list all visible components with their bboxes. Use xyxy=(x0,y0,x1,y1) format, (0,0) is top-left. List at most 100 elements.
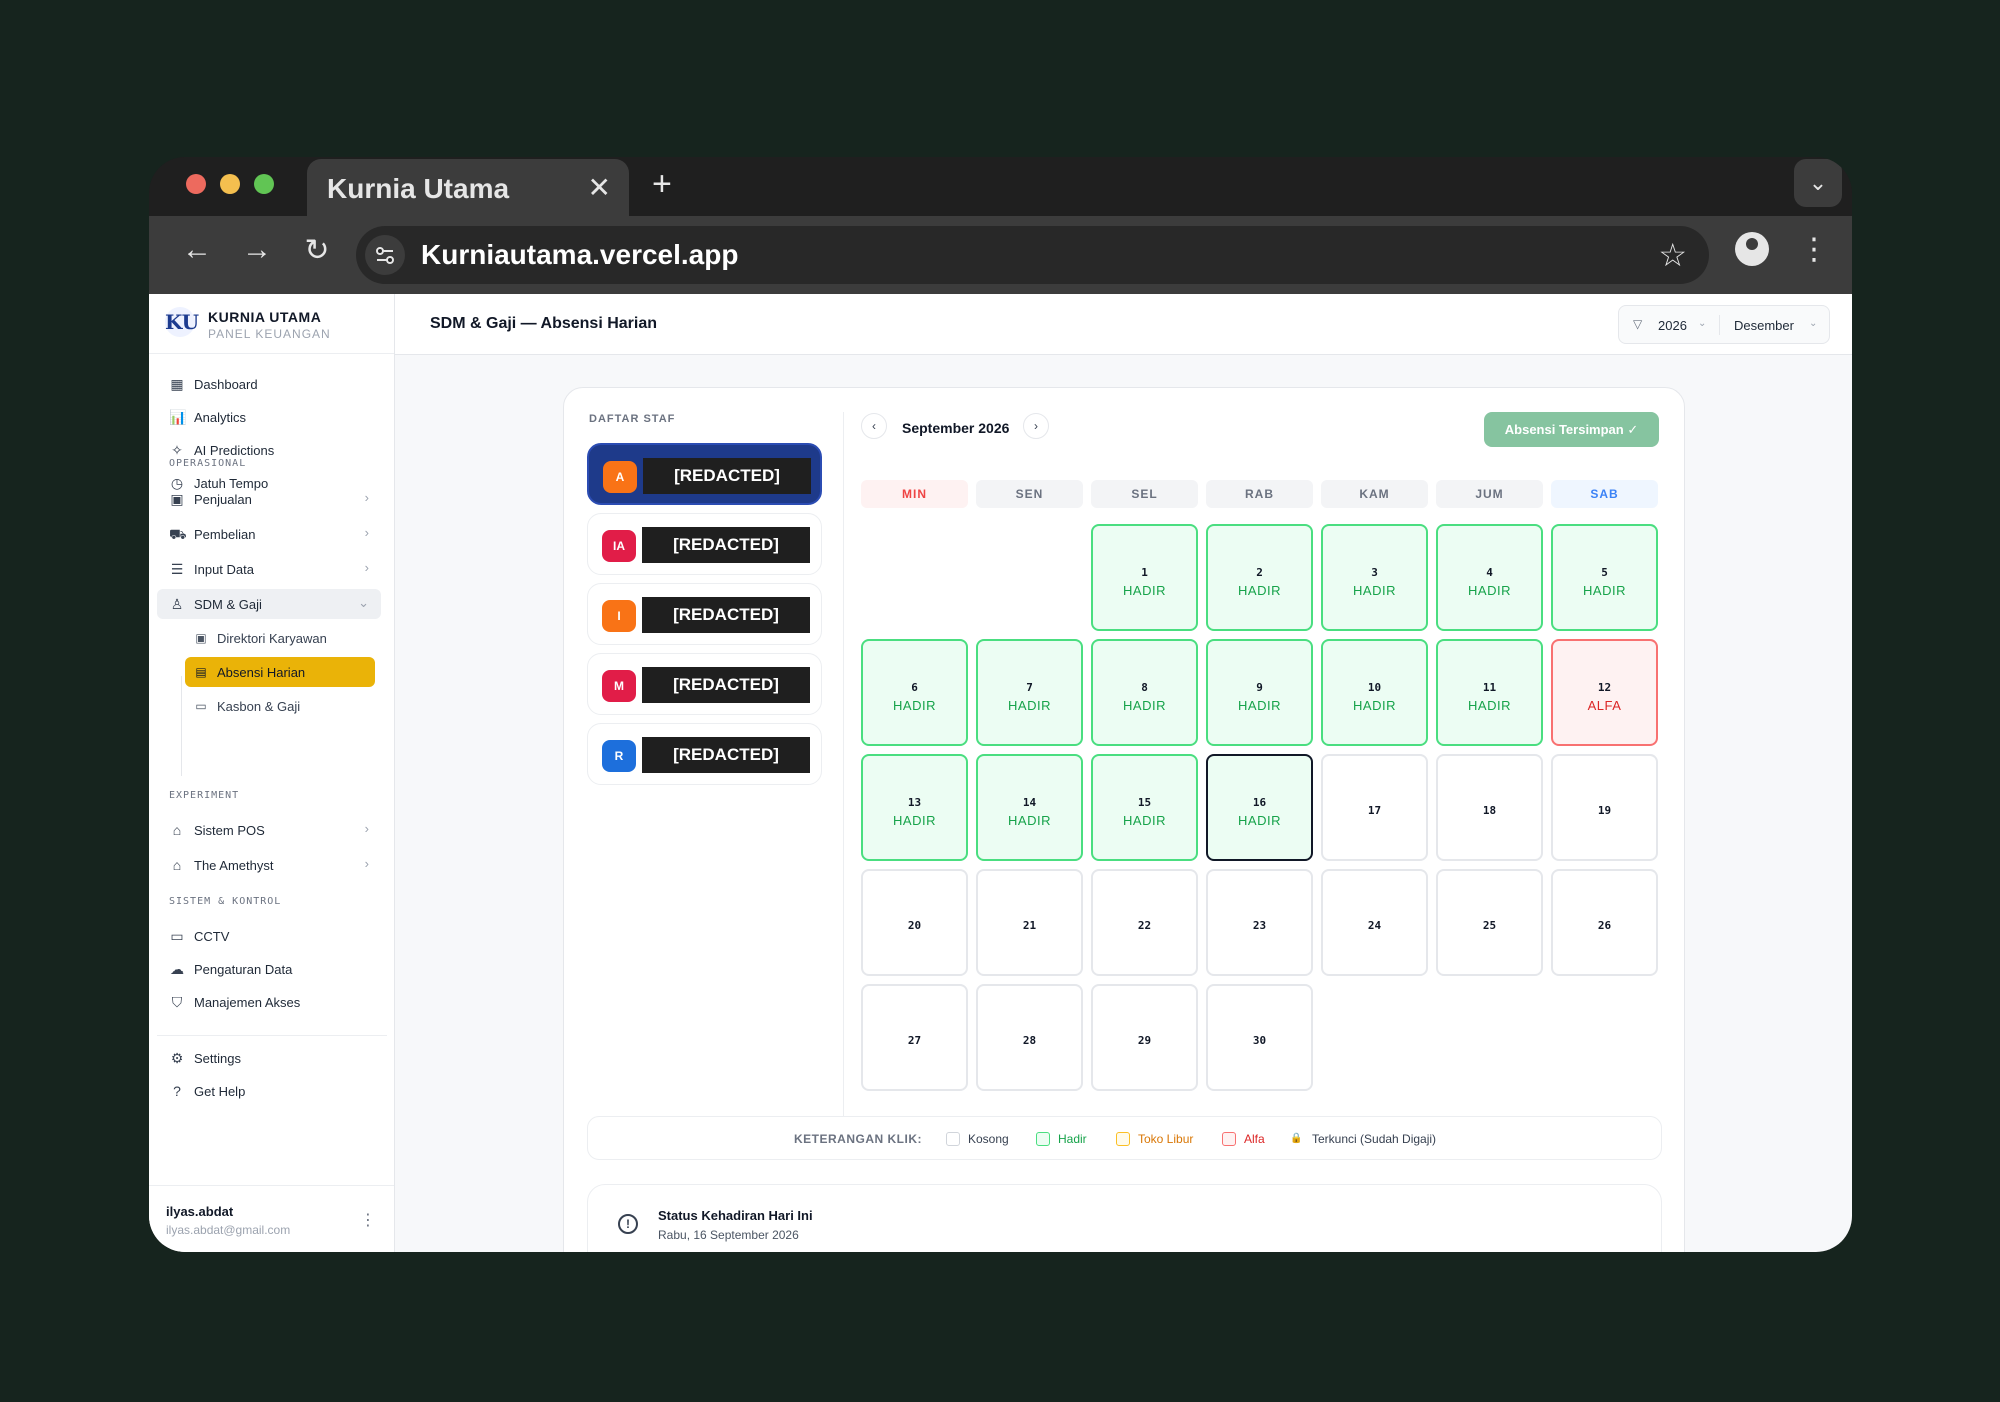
staff-item[interactable]: A [REDACTED] xyxy=(587,443,822,505)
brand-name: KURNIA UTAMA xyxy=(208,309,322,325)
calendar-day[interactable]: 2 HADIR xyxy=(1206,524,1313,631)
prev-month-button[interactable]: ‹ xyxy=(861,413,887,439)
sidebar-item-input-data[interactable]: ☰ Input Data › xyxy=(157,554,381,584)
calendar-day[interactable]: 10 HADIR xyxy=(1321,639,1428,746)
staff-item[interactable]: R [REDACTED] xyxy=(587,723,822,785)
user-menu-icon[interactable]: ⋮ xyxy=(360,1210,376,1230)
day-number: 25 xyxy=(1482,919,1497,932)
sidebar-item-label: Input Data xyxy=(194,562,254,577)
calendar-day[interactable]: 28 xyxy=(976,984,1083,1091)
forward-arrow-icon[interactable]: → xyxy=(237,233,277,267)
calendar-day[interactable]: 4 HADIR xyxy=(1436,524,1543,631)
sidebar-item-get-help[interactable]: ? Get Help xyxy=(157,1076,381,1106)
calendar-day[interactable]: 13 HADIR xyxy=(861,754,968,861)
sidebar-item-cctv[interactable]: ▭ CCTV xyxy=(157,921,381,951)
weekday-header-min: MIN xyxy=(861,480,968,508)
calendar-day[interactable]: 7 HADIR xyxy=(976,639,1083,746)
calendar-day[interactable]: 9 HADIR xyxy=(1206,639,1313,746)
profile-avatar-icon[interactable] xyxy=(1735,232,1769,266)
tab-search-button[interactable]: ⌄ xyxy=(1794,159,1842,207)
new-tab-icon[interactable]: + xyxy=(652,165,672,204)
day-number: 24 xyxy=(1367,919,1382,932)
sidebar-item-pembelian[interactable]: ⛟ Pembelian › xyxy=(157,519,381,549)
next-month-button[interactable]: › xyxy=(1023,413,1049,439)
calendar-day[interactable]: 23 xyxy=(1206,869,1313,976)
staff-item[interactable]: IA [REDACTED] xyxy=(587,513,822,575)
calendar-day[interactable]: 27 xyxy=(861,984,968,1091)
calendar-day[interactable]: 16 HADIR xyxy=(1206,754,1313,861)
browser-menu-icon[interactable]: ⋮ xyxy=(1799,232,1829,267)
sidebar-item-analytics[interactable]: 📊 Analytics xyxy=(157,402,381,432)
close-window-button[interactable] xyxy=(186,174,206,194)
brand-logo: KU xyxy=(165,307,199,337)
day-status: ALFA xyxy=(1587,698,1622,713)
month-select[interactable]: Desember xyxy=(1734,318,1794,333)
calendar-day[interactable]: 5 HADIR xyxy=(1551,524,1658,631)
day-number: 1 xyxy=(1141,566,1148,579)
sidebar-item-dashboard[interactable]: ▦ Dashboard xyxy=(157,369,381,399)
bookmark-star-icon[interactable]: ☆ xyxy=(1658,236,1687,274)
calendar-day[interactable]: 26 xyxy=(1551,869,1658,976)
staff-item[interactable]: I [REDACTED] xyxy=(587,583,822,645)
calendar-day[interactable]: 3 HADIR xyxy=(1321,524,1428,631)
attendance-card: DAFTAR STAF A [REDACTED] IA [REDACTED] I [RED… xyxy=(563,387,1685,1252)
calendar-day[interactable]: 22 xyxy=(1091,869,1198,976)
day-number: 21 xyxy=(1022,919,1037,932)
sidebar-item-the-amethyst[interactable]: ⌂ The Amethyst › xyxy=(157,850,381,880)
address-bar[interactable]: Kurniautama.vercel.app ☆ xyxy=(356,226,1709,284)
calendar-day[interactable]: 6 HADIR xyxy=(861,639,968,746)
sidebar-subitem-label: Kasbon & Gaji xyxy=(217,699,301,714)
calendar-day[interactable]: 8 HADIR xyxy=(1091,639,1198,746)
calendar-day[interactable]: 14 HADIR xyxy=(976,754,1083,861)
site-settings-icon[interactable] xyxy=(365,235,405,275)
calendar-day[interactable]: 30 xyxy=(1206,984,1313,1091)
calendar-day[interactable]: 1 HADIR xyxy=(1091,524,1198,631)
day-number: 17 xyxy=(1367,804,1382,817)
sidebar-item-label: SDM & Gaji xyxy=(194,597,262,612)
sidebar-subitem-direktori-karyawan[interactable]: ▣ Direktori Karyawan xyxy=(185,623,375,653)
tab-close-icon[interactable]: ✕ xyxy=(588,171,611,204)
calendar-day[interactable]: 18 xyxy=(1436,754,1543,861)
calendar-day[interactable]: 29 xyxy=(1091,984,1198,1091)
sidebar-item-label: Sistem POS xyxy=(194,823,265,838)
sidebar-item-penjualan[interactable]: ▣ Penjualan › xyxy=(157,484,381,514)
gear-icon: ⚙ xyxy=(170,1050,184,1066)
sidebar-item-label: The Amethyst xyxy=(194,858,274,873)
calendar-day[interactable]: 12 ALFA xyxy=(1551,639,1658,746)
calendar-month-label: September 2026 xyxy=(902,420,1010,436)
day-status: HADIR xyxy=(1238,583,1281,598)
brand: KU KURNIA UTAMA PANEL KEUANGAN xyxy=(149,294,394,354)
calendar-day[interactable]: 25 xyxy=(1436,869,1543,976)
day-number: 15 xyxy=(1137,796,1152,809)
status-date: Rabu, 16 September 2026 xyxy=(658,1228,799,1242)
sidebar-item-settings[interactable]: ⚙ Settings xyxy=(157,1043,381,1073)
calendar-day[interactable]: 15 HADIR xyxy=(1091,754,1198,861)
year-select[interactable]: 2026 xyxy=(1658,318,1687,333)
user-footer[interactable]: ilyas.abdat ilyas.abdat@gmail.com ⋮ xyxy=(149,1185,394,1252)
maximize-window-button[interactable] xyxy=(254,174,274,194)
day-number: 8 xyxy=(1141,681,1148,694)
sidebar-subitem-absensi-harian[interactable]: ▤ Absensi Harian xyxy=(185,657,375,687)
back-arrow-icon[interactable]: ← xyxy=(177,233,217,267)
save-attendance-button[interactable]: Absensi Tersimpan ✓ xyxy=(1484,412,1659,447)
day-number: 2 xyxy=(1256,566,1263,579)
sidebar-subitem-kasbon-gaji[interactable]: ▭ Kasbon & Gaji xyxy=(185,691,375,721)
lock-icon: 🔒 xyxy=(1290,1133,1303,1144)
sidebar-item-pengaturan-data[interactable]: ☁ Pengaturan Data xyxy=(157,954,381,984)
calendar-day[interactable]: 17 xyxy=(1321,754,1428,861)
calendar-day[interactable]: 11 HADIR xyxy=(1436,639,1543,746)
browser-tab[interactable]: Kurnia Utama ✕ xyxy=(307,159,629,217)
section-label-operasional: OPERASIONAL xyxy=(169,458,247,469)
sidebar-item-sistem-pos[interactable]: ⌂ Sistem POS › xyxy=(157,815,381,845)
calendar-day[interactable]: 24 xyxy=(1321,869,1428,976)
calendar-day[interactable]: 21 xyxy=(976,869,1083,976)
reload-icon[interactable]: ↻ xyxy=(297,233,337,268)
staff-item[interactable]: M [REDACTED] xyxy=(587,653,822,715)
calendar-day[interactable]: 19 xyxy=(1551,754,1658,861)
sidebar-item-sdm-gaji[interactable]: ♙ SDM & Gaji ⌄ xyxy=(157,589,381,619)
day-number: 7 xyxy=(1026,681,1033,694)
minimize-window-button[interactable] xyxy=(220,174,240,194)
day-status: HADIR xyxy=(1583,583,1626,598)
calendar-day[interactable]: 20 xyxy=(861,869,968,976)
sidebar-item-manajemen-akses[interactable]: ⛉ Manajemen Akses xyxy=(157,987,381,1017)
